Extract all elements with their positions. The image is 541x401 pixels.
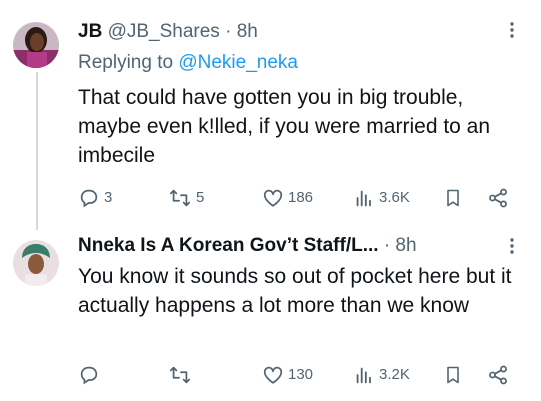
tweet-text: You know it sounds so out of pocket here…: [78, 265, 512, 317]
retweet-icon: [169, 189, 191, 207]
avatar-image: [13, 240, 59, 286]
replying-mention[interactable]: @Nekie_neka: [178, 52, 298, 73]
avatar-image: [13, 22, 59, 68]
replying-to: Replying to @Nekie_neka: [78, 51, 298, 75]
share-icon: [489, 365, 507, 385]
share-button[interactable]: [487, 363, 509, 387]
retweet-icon: [169, 366, 191, 384]
timestamp[interactable]: · 8h: [384, 235, 417, 256]
more-icon[interactable]: [505, 234, 519, 258]
reply-button[interactable]: 3: [78, 186, 112, 210]
avatar[interactable]: [13, 240, 59, 286]
views-button[interactable]: 3.6K: [353, 186, 410, 210]
action-bar: 3 5 186 3.6K: [0, 186, 541, 210]
heart-icon: [263, 189, 283, 207]
reply-icon: [80, 366, 98, 385]
heart-icon: [263, 366, 283, 384]
replying-prefix: Replying to: [78, 52, 174, 73]
like-count: 130: [288, 366, 314, 383]
tweet-text: That could have gotten you in big troubl…: [78, 86, 491, 167]
like-button[interactable]: 186: [262, 186, 313, 210]
display-name[interactable]: Nneka Is A Korean Gov’t Staff/L...: [78, 235, 379, 256]
tweet-jb[interactable]: JB @JB_Shares · 8h Replying to @Nekie_ne…: [0, 0, 541, 230]
retweet-count: 5: [196, 189, 205, 206]
views-button[interactable]: 3.2K: [353, 363, 410, 387]
like-button[interactable]: 130: [262, 363, 313, 387]
views-icon: [356, 190, 371, 207]
tweet-nneka[interactable]: Nneka Is A Korean Gov’t Staff/L... · 8h …: [0, 230, 541, 401]
views-icon: [356, 367, 371, 384]
timestamp[interactable]: · 8h: [225, 21, 258, 42]
like-count: 186: [288, 189, 314, 206]
tweet-header: Nneka Is A Korean Gov’t Staff/L... · 8h: [78, 234, 417, 258]
share-button[interactable]: [487, 186, 509, 210]
more-icon[interactable]: [505, 18, 519, 42]
reply-icon: [80, 189, 98, 208]
share-icon: [489, 188, 507, 208]
reply-button[interactable]: [78, 363, 100, 387]
views-count: 3.6K: [379, 189, 410, 206]
bookmark-icon: [447, 366, 459, 384]
retweet-button[interactable]: 5: [168, 186, 204, 210]
display-name[interactable]: JB: [78, 21, 102, 42]
bookmark-button[interactable]: [443, 186, 463, 210]
action-bar: 130 3.2K: [0, 363, 541, 387]
handle[interactable]: @JB_Shares: [108, 21, 220, 42]
views-count: 3.2K: [379, 366, 410, 383]
retweet-button[interactable]: [168, 363, 192, 387]
reply-count: 3: [104, 189, 113, 206]
bookmark-icon: [447, 189, 459, 207]
avatar[interactable]: [13, 22, 59, 68]
bookmark-button[interactable]: [443, 363, 463, 387]
tweet-header: JB @JB_Shares · 8h: [78, 20, 258, 44]
